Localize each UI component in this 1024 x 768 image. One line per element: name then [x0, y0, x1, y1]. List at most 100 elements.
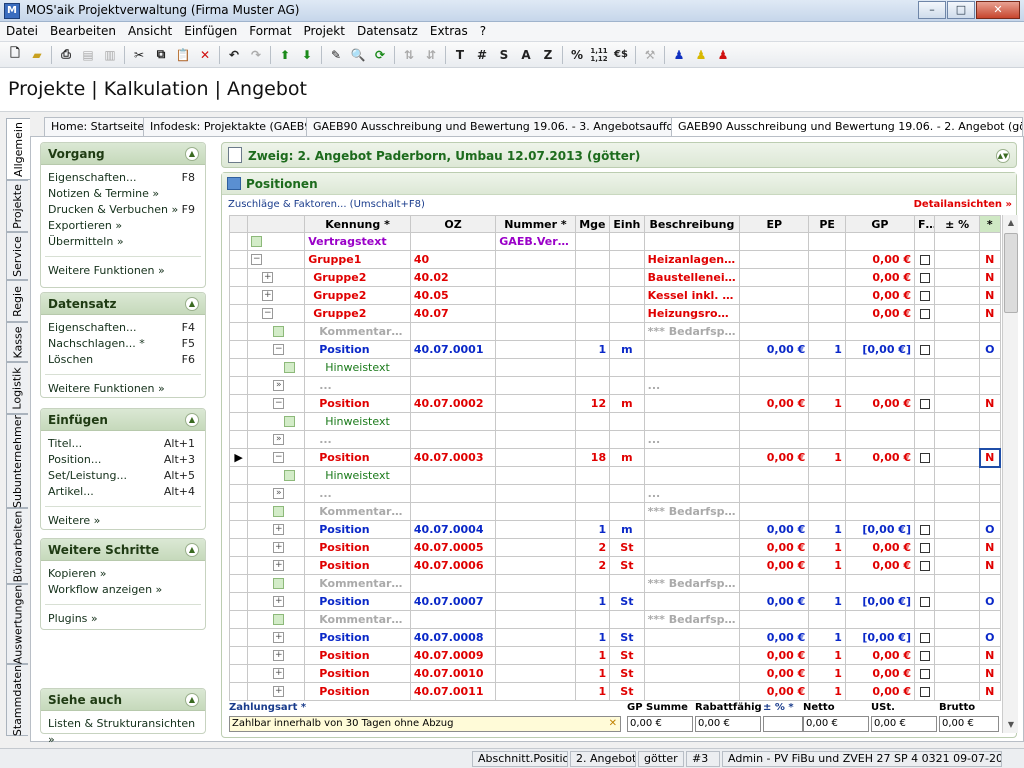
- cell-einh[interactable]: [609, 484, 645, 503]
- table-row[interactable]: + Position 40.07.0008 1 St 0,00 €1 [0,00 €] O: [228, 628, 1001, 647]
- cell-oz[interactable]: [409, 610, 497, 629]
- col-gp[interactable]: GP: [844, 215, 916, 233]
- cell-fp[interactable]: [913, 304, 936, 323]
- cell-beschreibung[interactable]: *** Bedarfspo...: [643, 322, 741, 341]
- table-row[interactable]: + Position 40.07.0009 1 St 0,00 €1 0,00 € N: [228, 646, 1001, 665]
- cell-pe[interactable]: [808, 484, 846, 503]
- table-row[interactable]: Vertragstext GAEB.Verg...: [228, 232, 1001, 251]
- cell-mge[interactable]: [574, 412, 611, 431]
- link-listen-strukturansichten[interactable]: Listen & Strukturansichten »: [41, 716, 205, 746]
- cell-mge[interactable]: [574, 466, 611, 485]
- clear-icon[interactable]: ✕: [609, 717, 617, 731]
- currency-button[interactable]: €$: [610, 44, 632, 66]
- cell-gp[interactable]: [844, 232, 916, 251]
- row-indicator[interactable]: [228, 376, 249, 395]
- cell-kennung[interactable]: Position: [304, 448, 411, 467]
- cell-nummer[interactable]: [495, 682, 576, 701]
- menu-format[interactable]: Format: [243, 22, 297, 41]
- link-artikel[interactable]: Artikel... Alt+4: [41, 484, 205, 500]
- table-row[interactable]: + Position 40.07.0011 1 St 0,00 €1 0,00 € N: [228, 682, 1001, 701]
- cell-nummer[interactable]: [495, 466, 576, 485]
- cell-einh[interactable]: [609, 466, 645, 485]
- cell-ep[interactable]: 0,00 €: [739, 628, 810, 647]
- cell-einh[interactable]: [609, 412, 645, 431]
- cell-mge[interactable]: [574, 574, 611, 593]
- text-z-button[interactable]: Z: [537, 44, 559, 66]
- cell-einh[interactable]: St: [609, 556, 645, 575]
- fp-checkbox[interactable]: [919, 669, 930, 679]
- cell-beschreibung[interactable]: *** Bedarfspo...: [643, 502, 741, 521]
- cell-pct[interactable]: [934, 286, 981, 305]
- tree-cell[interactable]: [247, 610, 306, 629]
- cell-beschreibung[interactable]: [643, 646, 741, 665]
- tree-cell[interactable]: +: [247, 538, 306, 557]
- cell-ep[interactable]: [739, 250, 810, 269]
- table-row[interactable]: »......: [228, 484, 1001, 503]
- table-row[interactable]: Kommentart... *** Bedarfspo...: [228, 502, 1001, 521]
- menu-ansicht[interactable]: Ansicht: [122, 22, 178, 41]
- cell-kennung[interactable]: Position: [304, 646, 411, 665]
- cell-mge[interactable]: 1: [574, 520, 611, 539]
- leaf-node-icon[interactable]: [273, 506, 285, 517]
- expand-node-icon[interactable]: +: [262, 272, 274, 283]
- cell-nummer[interactable]: [495, 484, 576, 503]
- cell-beschreibung[interactable]: ...: [643, 430, 741, 449]
- cell-oz[interactable]: [409, 502, 497, 521]
- cell-pe[interactable]: [808, 232, 846, 251]
- col-ep[interactable]: EP: [739, 215, 810, 233]
- cell-status[interactable]: [979, 358, 1001, 377]
- cell-nummer[interactable]: [495, 448, 576, 467]
- cell-einh[interactable]: St: [609, 664, 645, 683]
- cell-beschreibung[interactable]: [643, 412, 741, 431]
- link-zuschlaege-faktoren[interactable]: Zuschläge & Faktoren... (Umschalt+F8): [228, 199, 425, 210]
- undo-icon[interactable]: ↶: [223, 44, 245, 66]
- expand-node-icon[interactable]: +: [273, 686, 285, 697]
- tree-cell[interactable]: +: [247, 628, 306, 647]
- tree-cell[interactable]: +: [247, 664, 306, 683]
- expand-node-icon[interactable]: +: [262, 290, 274, 301]
- cell-gp[interactable]: 0,00 €: [844, 394, 916, 413]
- cell-gp[interactable]: 0,00 €: [844, 556, 916, 575]
- cell-oz[interactable]: [409, 358, 497, 377]
- cell-status[interactable]: N: [979, 556, 1001, 575]
- menu-datensatz[interactable]: Datensatz: [351, 22, 424, 41]
- cell-ep[interactable]: 0,00 €: [739, 448, 810, 467]
- table-row[interactable]: ▶ − Position 40.07.0003 18 m 0,00 €1 0,00 € N: [228, 447, 1002, 468]
- cell-ep[interactable]: 0,00 €: [739, 682, 810, 701]
- link-position[interactable]: Position... Alt+3: [41, 452, 205, 468]
- leaf-node-icon[interactable]: [273, 326, 285, 337]
- cell-fp[interactable]: [913, 250, 936, 269]
- cell-oz[interactable]: 40.07.0005: [409, 538, 497, 557]
- cell-status[interactable]: O: [979, 592, 1001, 611]
- sort-desc-icon[interactable]: ⇵: [420, 44, 442, 66]
- table-row[interactable]: − Gruppe1 40 Heizanlagen u... 0,00 € N: [228, 250, 1001, 269]
- menu-bearbeiten[interactable]: Bearbeiten: [44, 22, 122, 41]
- cell-beschreibung[interactable]: ...: [643, 484, 741, 503]
- cell-gp[interactable]: [0,00 €]: [844, 520, 916, 539]
- sort-icon[interactable]: ⇅: [398, 44, 420, 66]
- cell-pct[interactable]: [934, 502, 981, 521]
- cell-mge[interactable]: 2: [574, 556, 611, 575]
- text-t-button[interactable]: T: [449, 44, 471, 66]
- cell-kennung[interactable]: ...: [304, 376, 411, 395]
- cell-fp[interactable]: [913, 448, 936, 467]
- cell-pct[interactable]: [934, 466, 981, 485]
- cell-kennung[interactable]: Position: [304, 592, 411, 611]
- cell-fp[interactable]: [913, 376, 936, 395]
- cell-pct[interactable]: [934, 484, 981, 503]
- cell-kennung[interactable]: Kommentart...: [304, 610, 411, 629]
- cell-mge[interactable]: [574, 268, 611, 287]
- link-eigenschaften[interactable]: Eigenschaften... F8: [41, 170, 205, 186]
- tree-cell[interactable]: +: [247, 268, 306, 287]
- cell-beschreibung[interactable]: ...: [643, 376, 741, 395]
- cell-oz[interactable]: [409, 466, 497, 485]
- cell-einh[interactable]: [609, 322, 645, 341]
- vtab-regie[interactable]: Regie: [6, 280, 28, 322]
- cell-oz[interactable]: 40.07.0011: [409, 682, 497, 701]
- refresh-icon[interactable]: ⟳: [369, 44, 391, 66]
- cell-ep[interactable]: [739, 304, 810, 323]
- link-einfuegen-weitere[interactable]: Weitere »: [41, 513, 205, 529]
- vtab-service[interactable]: Service: [6, 232, 28, 280]
- vtab-allgemein[interactable]: Allgemein: [6, 118, 30, 180]
- row-indicator[interactable]: [228, 268, 249, 287]
